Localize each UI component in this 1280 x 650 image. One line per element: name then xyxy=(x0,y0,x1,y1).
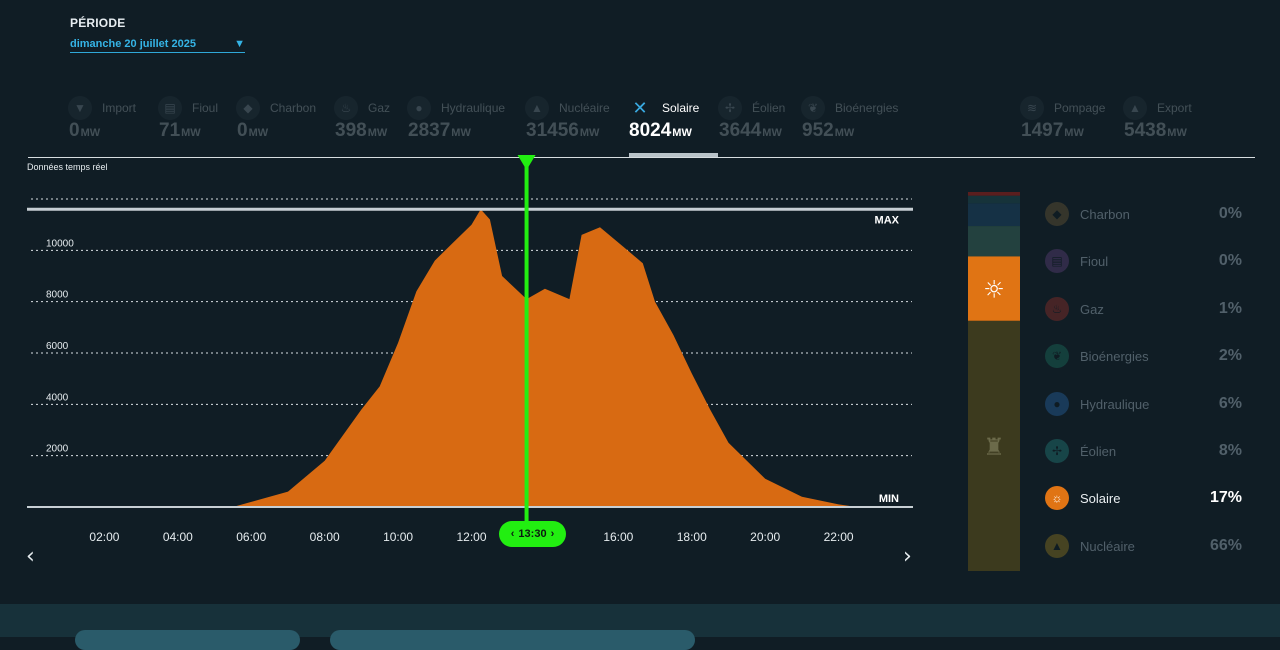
legend-percent: 6% xyxy=(1218,394,1242,412)
y-tick-label: 4000 xyxy=(46,392,69,403)
mix-segment-gaz xyxy=(968,192,1020,196)
mix-segment-éolien xyxy=(968,226,1020,257)
x-tick-label: 16:00 xyxy=(603,530,633,544)
time-cursor-handle[interactable]: ‹ 13:30 › xyxy=(499,521,566,547)
legend-percent: 0% xyxy=(1218,252,1242,270)
previous-arrow[interactable]: ‹ xyxy=(26,544,35,569)
legend-label: Éolien xyxy=(1080,444,1117,459)
legend-percent: 0% xyxy=(1218,205,1242,222)
next-arrow[interactable]: › xyxy=(903,544,912,569)
legend-percent: 8% xyxy=(1218,442,1242,459)
x-tick-label: 10:00 xyxy=(383,530,413,544)
legend-label: Bioénergies xyxy=(1080,349,1149,365)
legend-percent: 66% xyxy=(1209,536,1242,554)
cursor-marker xyxy=(517,155,536,170)
legend-item-fioul[interactable]: ▤ Fioul 0% xyxy=(1045,245,1245,275)
x-tick-label: 06:00 xyxy=(236,530,266,544)
x-tick-label: 22:00 xyxy=(824,530,854,544)
max-label: MAX xyxy=(875,214,900,226)
legend-label: Charbon xyxy=(1080,207,1130,222)
legend-item-charbon[interactable]: ◆ Charbon 0% xyxy=(1045,198,1245,228)
legend-label: Nucléaire xyxy=(1080,538,1135,554)
footer-button[interactable] xyxy=(330,630,695,650)
y-tick-label: 10000 xyxy=(46,238,74,249)
x-tick-label: 02:00 xyxy=(89,530,119,544)
legend-item-nucléaire[interactable]: ▲ Nucléaire 66% xyxy=(1045,530,1245,560)
chevron-right-icon: › xyxy=(550,528,555,540)
x-tick-label: 18:00 xyxy=(677,530,707,544)
flame-icon: ♨ xyxy=(1045,296,1069,321)
y-tick-label: 2000 xyxy=(46,444,69,455)
cursor-time: 13:30 xyxy=(518,528,547,540)
legend-item-bioénergies[interactable]: ❦ Bioénergies 2% xyxy=(1045,340,1245,370)
legend-label: Fioul xyxy=(1080,254,1109,270)
nuclear-plant-icon: ♜ xyxy=(983,433,1005,461)
y-tick-label: 6000 xyxy=(46,341,69,352)
legend-percent: 2% xyxy=(1218,347,1242,365)
x-tick-label: 04:00 xyxy=(163,530,193,544)
legend-percent: 17% xyxy=(1209,489,1242,507)
y-tick-label: 8000 xyxy=(46,290,69,301)
leaf-icon: ❦ xyxy=(1045,344,1069,369)
legend-percent: 1% xyxy=(1218,299,1242,317)
coal-icon: ◆ xyxy=(1045,202,1069,226)
legend-item-solaire[interactable]: ☼ Solaire 17% xyxy=(1045,482,1245,512)
min-label: MIN xyxy=(879,493,899,505)
x-tick-label: 12:00 xyxy=(456,530,486,544)
footer-button[interactable] xyxy=(75,630,300,650)
mix-segment-bioénergies xyxy=(968,195,1020,204)
water-drop-icon: ● xyxy=(1045,391,1069,416)
x-tick-label: 08:00 xyxy=(310,530,340,544)
sun-icon: ☼ xyxy=(1045,486,1069,511)
legend-label: Solaire xyxy=(1080,491,1121,507)
solar-area xyxy=(232,209,857,508)
sun-icon: ☼ xyxy=(983,276,1005,304)
mix-segment-hydraulique xyxy=(968,203,1020,227)
legend-item-hydraulique[interactable]: ● Hydraulique 6% xyxy=(1045,388,1245,418)
legend-label: Hydraulique xyxy=(1080,396,1150,412)
oil-barrel-icon: ▤ xyxy=(1045,249,1069,274)
nuclear-icon: ▲ xyxy=(1045,533,1069,558)
wind-turbine-icon: ✢ xyxy=(1045,439,1069,463)
x-tick-label: 20:00 xyxy=(750,530,780,544)
legend-item-gaz[interactable]: ♨ Gaz 1% xyxy=(1045,293,1245,323)
chevron-left-icon: ‹ xyxy=(510,528,515,540)
legend-label: Gaz xyxy=(1080,301,1104,317)
legend-item-éolien[interactable]: ✢ Éolien 8% xyxy=(1045,435,1245,465)
